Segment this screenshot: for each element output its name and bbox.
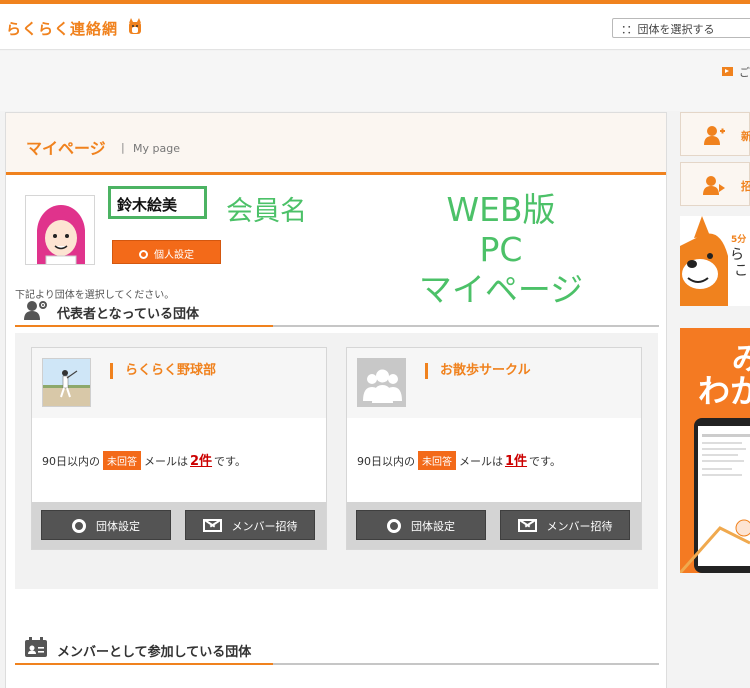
sidebar-invite-button[interactable]: 招 [680, 162, 750, 206]
group-silhouette-icon [358, 359, 405, 406]
baseball-photo-icon [43, 359, 90, 406]
group-settings-label: 団体設定 [96, 520, 140, 533]
sidebar-button-label: 新 [741, 130, 750, 143]
group-select-dropdown[interactable]: ：：団体を選択する [612, 18, 750, 38]
unread-mid: メールは [459, 455, 503, 468]
group-name[interactable]: らくらく野球部 [110, 363, 216, 379]
group-name[interactable]: お散歩サークル [425, 363, 531, 379]
group-card: らくらく野球部 90日以内の 未回答 メールは 2件 です。 団体設定 メンバー招待 [31, 347, 327, 550]
notice-arrow-icon [722, 67, 733, 76]
unread-mail-summary: 90日以内の 未回答 メールは 2件 です。 [42, 450, 246, 470]
representative-section-header: 代表者となっている団体 [15, 297, 659, 327]
group-card-actions: 団体設定 メンバー招待 [32, 502, 326, 549]
id-card-icon [25, 637, 47, 657]
sidebar-button-label: 招 [741, 180, 750, 193]
invite-member-button[interactable]: メンバー招待 [185, 510, 315, 540]
gear-icon [72, 519, 86, 533]
invite-member-label: メンバー招待 [231, 520, 298, 533]
promo-text: こ [734, 263, 748, 279]
unread-mid: メールは [144, 455, 188, 468]
section-title: メンバーとして参加している団体 [57, 645, 252, 660]
envelope-icon [202, 519, 222, 532]
avatar [25, 195, 95, 265]
gear-icon [139, 250, 148, 259]
admin-user-icon [24, 301, 47, 320]
group-card-header[interactable]: らくらく野球部 [32, 348, 326, 418]
group-settings-button[interactable]: 団体設定 [41, 510, 171, 540]
app-logo[interactable]: らくらく連絡網 [6, 18, 118, 39]
group-card-header[interactable]: お散歩サークル [347, 348, 641, 418]
title-separator: | [121, 141, 125, 154]
unread-prefix: 90日以内の [42, 455, 100, 468]
member-name: 鈴木絵美 [117, 196, 178, 214]
gear-icon [387, 519, 401, 533]
smartphone-illustration-icon [680, 418, 750, 573]
notice-link[interactable]: ご [739, 64, 750, 80]
annotation-line: WEB版 [446, 190, 556, 229]
annotation-platform: WEB版 PC マイページ [406, 190, 596, 310]
group-card: お散歩サークル 90日以内の 未回答 メールは 1件 です。 団体設定 メンバー招待 [346, 347, 642, 550]
invite-member-button[interactable]: メンバー招待 [500, 510, 630, 540]
invite-member-label: メンバー招待 [546, 520, 613, 533]
section-accent-line [15, 663, 273, 665]
page-subtitle: My page [133, 142, 180, 155]
unanswered-badge: 未回答 [103, 451, 141, 470]
envelope-icon [517, 519, 537, 532]
unread-prefix: 90日以内の [357, 455, 415, 468]
unread-suffix: です。 [214, 455, 246, 468]
annotation-line: PC [479, 230, 523, 269]
unread-count-link[interactable]: 2件 [190, 454, 212, 469]
unread-mail-summary: 90日以内の 未回答 メールは 1件 です。 [357, 450, 561, 470]
add-user-icon [704, 126, 725, 145]
right-sidebar: 新 招 5分 ら こ み わか [680, 112, 750, 688]
dog-mascot-icon [129, 18, 141, 34]
page-header: マイページ | My page [6, 113, 666, 175]
group-photo [42, 358, 91, 407]
top-header: らくらく連絡網 ：：団体を選択する [0, 0, 750, 50]
group-card-actions: 団体設定 メンバー招待 [347, 502, 641, 549]
member-name-highlight: 鈴木絵美 [108, 186, 207, 219]
member-section-header: メンバーとして参加している団体 [15, 635, 659, 665]
annotation-member-name: 会員名 [226, 196, 307, 227]
notice-bar [0, 51, 750, 111]
section-title: 代表者となっている団体 [57, 307, 199, 322]
unread-suffix: です。 [529, 455, 561, 468]
promo-banner-dog[interactable]: 5分 ら こ [680, 216, 750, 306]
invite-user-icon [703, 176, 725, 195]
promo-banner-app[interactable]: み わか [680, 328, 750, 573]
group-settings-button[interactable]: 団体設定 [356, 510, 486, 540]
page-title: マイページ [26, 139, 106, 158]
avatar-illustration-icon [26, 196, 94, 264]
unread-count-link[interactable]: 1件 [505, 454, 527, 469]
group-settings-label: 団体設定 [411, 520, 455, 533]
personal-settings-button[interactable]: 個人設定 [112, 240, 221, 264]
mypage-panel: マイページ | My page 鈴木絵美 個人設定 会員名 WEB版 PC マイ… [5, 112, 667, 688]
group-cards-area: らくらく野球部 90日以内の 未回答 メールは 2件 です。 団体設定 メンバー招待 [15, 333, 658, 589]
section-accent-line [15, 325, 273, 327]
sidebar-new-button[interactable]: 新 [680, 112, 750, 156]
group-photo [357, 358, 406, 407]
personal-settings-label: 個人設定 [154, 250, 194, 261]
unanswered-badge: 未回答 [418, 451, 456, 470]
